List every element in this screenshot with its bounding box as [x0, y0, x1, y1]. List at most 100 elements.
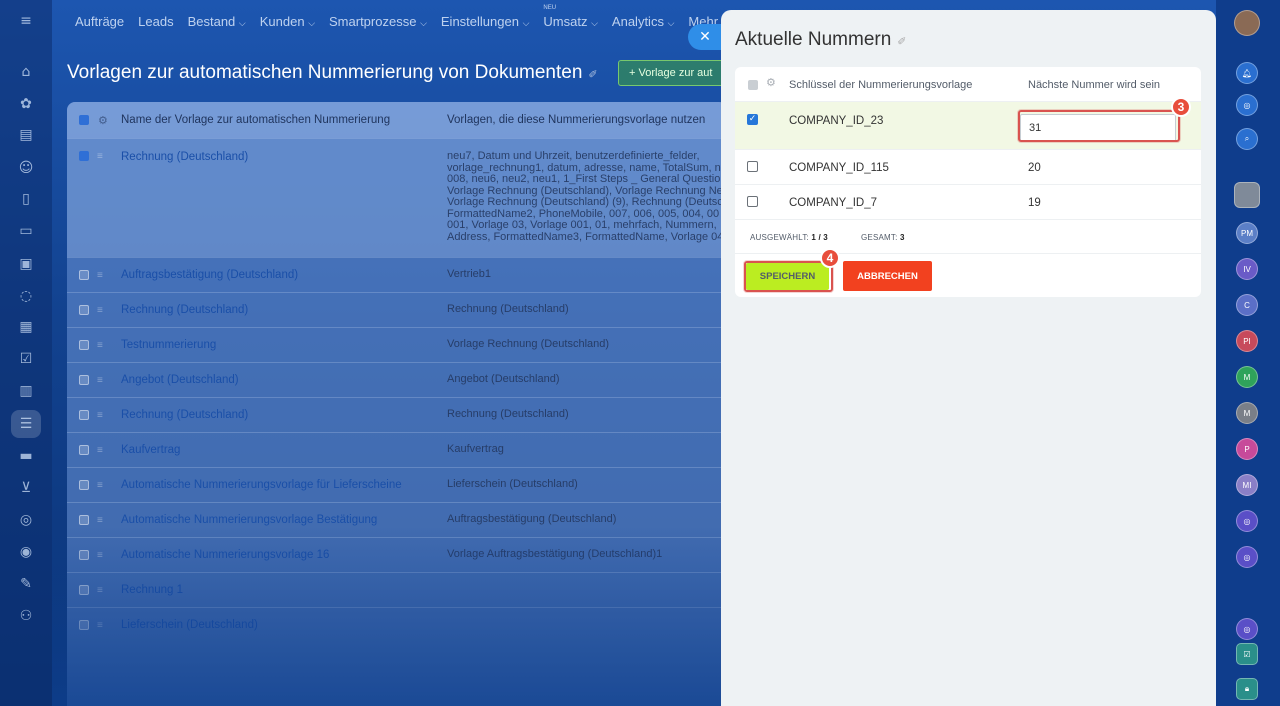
calendar-icon[interactable]: ▦: [17, 318, 35, 336]
row-checkbox[interactable]: [79, 585, 89, 595]
nav-bestand[interactable]: Bestand ⌵: [188, 14, 246, 29]
template-name-link[interactable]: Rechnung (Deutschland): [121, 151, 248, 163]
documents-icon[interactable]: ▤: [17, 126, 35, 144]
nav-kunden[interactable]: Kunden ⌵: [260, 14, 315, 29]
drag-handle-icon[interactable]: ≡: [97, 445, 109, 456]
template-name-link[interactable]: Automatische Nummerierungsvorlage 16: [121, 549, 329, 561]
template-name-link[interactable]: Angebot (Deutschland): [121, 374, 239, 386]
column-header-templates[interactable]: Vorlagen, die diese Nummerierungsvorlage…: [447, 114, 705, 126]
nav-leads[interactable]: Leads: [138, 14, 173, 29]
avatar[interactable]: IV: [1236, 258, 1258, 280]
cart-icon[interactable]: ⊻: [17, 479, 35, 497]
drag-handle-icon[interactable]: ≡: [97, 270, 109, 281]
nav-analytics[interactable]: Analytics ⌵: [612, 14, 674, 29]
row-checkbox[interactable]: [79, 515, 89, 525]
table-row[interactable]: ≡ Kaufvertrag Kaufvertrag: [67, 432, 727, 467]
drag-handle-icon[interactable]: ≡: [97, 480, 109, 491]
table-row[interactable]: ≡ Lieferschein (Deutschland): [67, 607, 727, 642]
table-row[interactable]: ≡ Auftragsbestätigung (Deutschland) Vertri…: [67, 257, 727, 292]
menu-icon[interactable]: ≡: [17, 12, 35, 30]
nav-auftraege[interactable]: Aufträge: [75, 14, 124, 29]
avatar[interactable]: M: [1236, 366, 1258, 388]
add-template-button[interactable]: + Vorlage zur aut: [618, 60, 738, 86]
drag-handle-icon[interactable]: ≡: [97, 585, 109, 596]
pin-icon[interactable]: ✐: [897, 36, 906, 48]
drag-handle-icon[interactable]: ≡: [97, 515, 109, 526]
template-name-link[interactable]: Rechnung 1: [121, 584, 183, 596]
table-row[interactable]: ≡ Rechnung (Deutschland) Rechnung (Deutsch…: [67, 397, 727, 432]
analytics-icon[interactable]: ▥: [17, 382, 35, 400]
row-checkbox[interactable]: [79, 550, 89, 560]
table-row[interactable]: ≡ Automatische Nummerierungsvorlage für L…: [67, 467, 727, 502]
target-icon[interactable]: ◎: [17, 511, 35, 529]
pulse-icon[interactable]: ◎: [1236, 94, 1258, 116]
table-row[interactable]: ≡ Rechnung (Deutschland) Rechnung (Deutsch…: [67, 292, 727, 327]
table-row[interactable]: ≡ Automatische Nummerierungsvorlage 16 Vor…: [67, 537, 727, 572]
avatar[interactable]: M: [1236, 402, 1258, 424]
settings-gear-icon[interactable]: ⚙: [98, 114, 108, 127]
table-row[interactable]: ≡ Rechnung 1: [67, 572, 727, 607]
settings-gear-icon[interactable]: ⚙: [766, 76, 776, 89]
channel-icon[interactable]: ◎: [1236, 510, 1258, 532]
location-icon[interactable]: ◉: [17, 543, 35, 561]
template-name-link[interactable]: Automatische Nummerierungsvorlage Bestät…: [121, 514, 377, 526]
file-icon[interactable]: ▯: [17, 190, 35, 208]
template-name-link[interactable]: Auftragsbestätigung (Deutschland): [121, 269, 298, 281]
template-name-link[interactable]: Rechnung (Deutschland): [121, 304, 248, 316]
row-checkbox[interactable]: [79, 151, 89, 161]
tasks-icon[interactable]: ✿: [17, 95, 35, 113]
template-name-link[interactable]: Kaufvertrag: [121, 444, 180, 456]
drag-handle-icon[interactable]: ≡: [97, 410, 109, 421]
template-name-link[interactable]: Lieferschein (Deutschland): [121, 619, 258, 631]
row-checkbox[interactable]: [79, 375, 89, 385]
nav-smartprozesse[interactable]: Smartprozesse ⌵: [329, 14, 427, 29]
drag-handle-icon[interactable]: ≡: [97, 375, 109, 386]
edit-icon[interactable]: ✎: [17, 575, 35, 593]
template-name-link[interactable]: Automatische Nummerierungsvorlage für Li…: [121, 479, 402, 491]
row-checkbox[interactable]: [79, 270, 89, 280]
nav-einstellungen[interactable]: Einstellungen ⌵: [441, 14, 530, 29]
row-checkbox[interactable]: [747, 161, 758, 172]
avatar[interactable]: PI: [1236, 330, 1258, 352]
filter-icon[interactable]: ☰: [11, 410, 41, 438]
table-row[interactable]: ≡ Automatische Nummerierungsvorlage Bestä…: [67, 502, 727, 537]
close-panel-button[interactable]: ✕: [688, 24, 722, 50]
drag-handle-icon[interactable]: ≡: [97, 620, 109, 631]
avatar[interactable]: P: [1236, 438, 1258, 460]
column-header-name[interactable]: Name der Vorlage zur automatischen Numme…: [121, 114, 390, 126]
contacts-icon[interactable]: ☺: [17, 159, 35, 177]
table-row[interactable]: COMPANY_ID_115 20: [735, 150, 1201, 185]
drag-handle-icon[interactable]: ≡: [97, 550, 109, 561]
row-checkbox[interactable]: [79, 340, 89, 350]
row-checkbox[interactable]: [79, 480, 89, 490]
drag-handle-icon[interactable]: ≡: [97, 340, 109, 351]
row-checkbox[interactable]: [79, 445, 89, 455]
table-row[interactable]: ≡ Angebot (Deutschland) Angebot (Deutschla…: [67, 362, 727, 397]
table-row[interactable]: ≡ Testnummerierung Vorlage Rechnung (Deuts…: [67, 327, 727, 362]
channel-icon[interactable]: ◎: [1236, 546, 1258, 568]
board-icon[interactable]: ▣: [17, 255, 35, 273]
notifications-icon[interactable]: 🔔︎: [1236, 62, 1258, 84]
column-header-key[interactable]: Schlüssel der Nummerierungsvorlage: [789, 79, 972, 91]
calendar-check-icon[interactable]: ☑: [1236, 643, 1258, 665]
chat-icon[interactable]: ◌: [17, 287, 35, 305]
table-row[interactable]: COMPANY_ID_7 19: [735, 185, 1201, 220]
drag-handle-icon[interactable]: ≡: [97, 305, 109, 316]
cards-icon[interactable]: ▬: [17, 447, 35, 465]
user-avatar[interactable]: [1234, 10, 1260, 36]
template-name-link[interactable]: Rechnung (Deutschland): [121, 409, 248, 421]
select-all-checkbox[interactable]: [748, 80, 758, 90]
nav-umsatz[interactable]: NEU Umsatz ⌵: [543, 5, 598, 29]
inventory-icon[interactable]: ▭: [17, 222, 35, 240]
template-name-link[interactable]: Testnummerierung: [121, 339, 216, 351]
table-row[interactable]: ≡ Rechnung (Deutschland) neu7, Datum und U…: [67, 138, 727, 257]
column-header-next-number[interactable]: Nächste Nummer wird sein: [1028, 79, 1160, 91]
home-icon[interactable]: ⌂: [17, 63, 35, 81]
row-checkbox[interactable]: ✓: [747, 114, 758, 125]
row-checkbox[interactable]: [79, 620, 89, 630]
contact-avatar[interactable]: [1234, 182, 1260, 208]
row-checkbox[interactable]: [79, 305, 89, 315]
select-all-checkbox[interactable]: [79, 115, 89, 125]
lock-icon[interactable]: 🔒︎: [1236, 678, 1258, 700]
group-icon[interactable]: ⚇: [17, 607, 35, 625]
